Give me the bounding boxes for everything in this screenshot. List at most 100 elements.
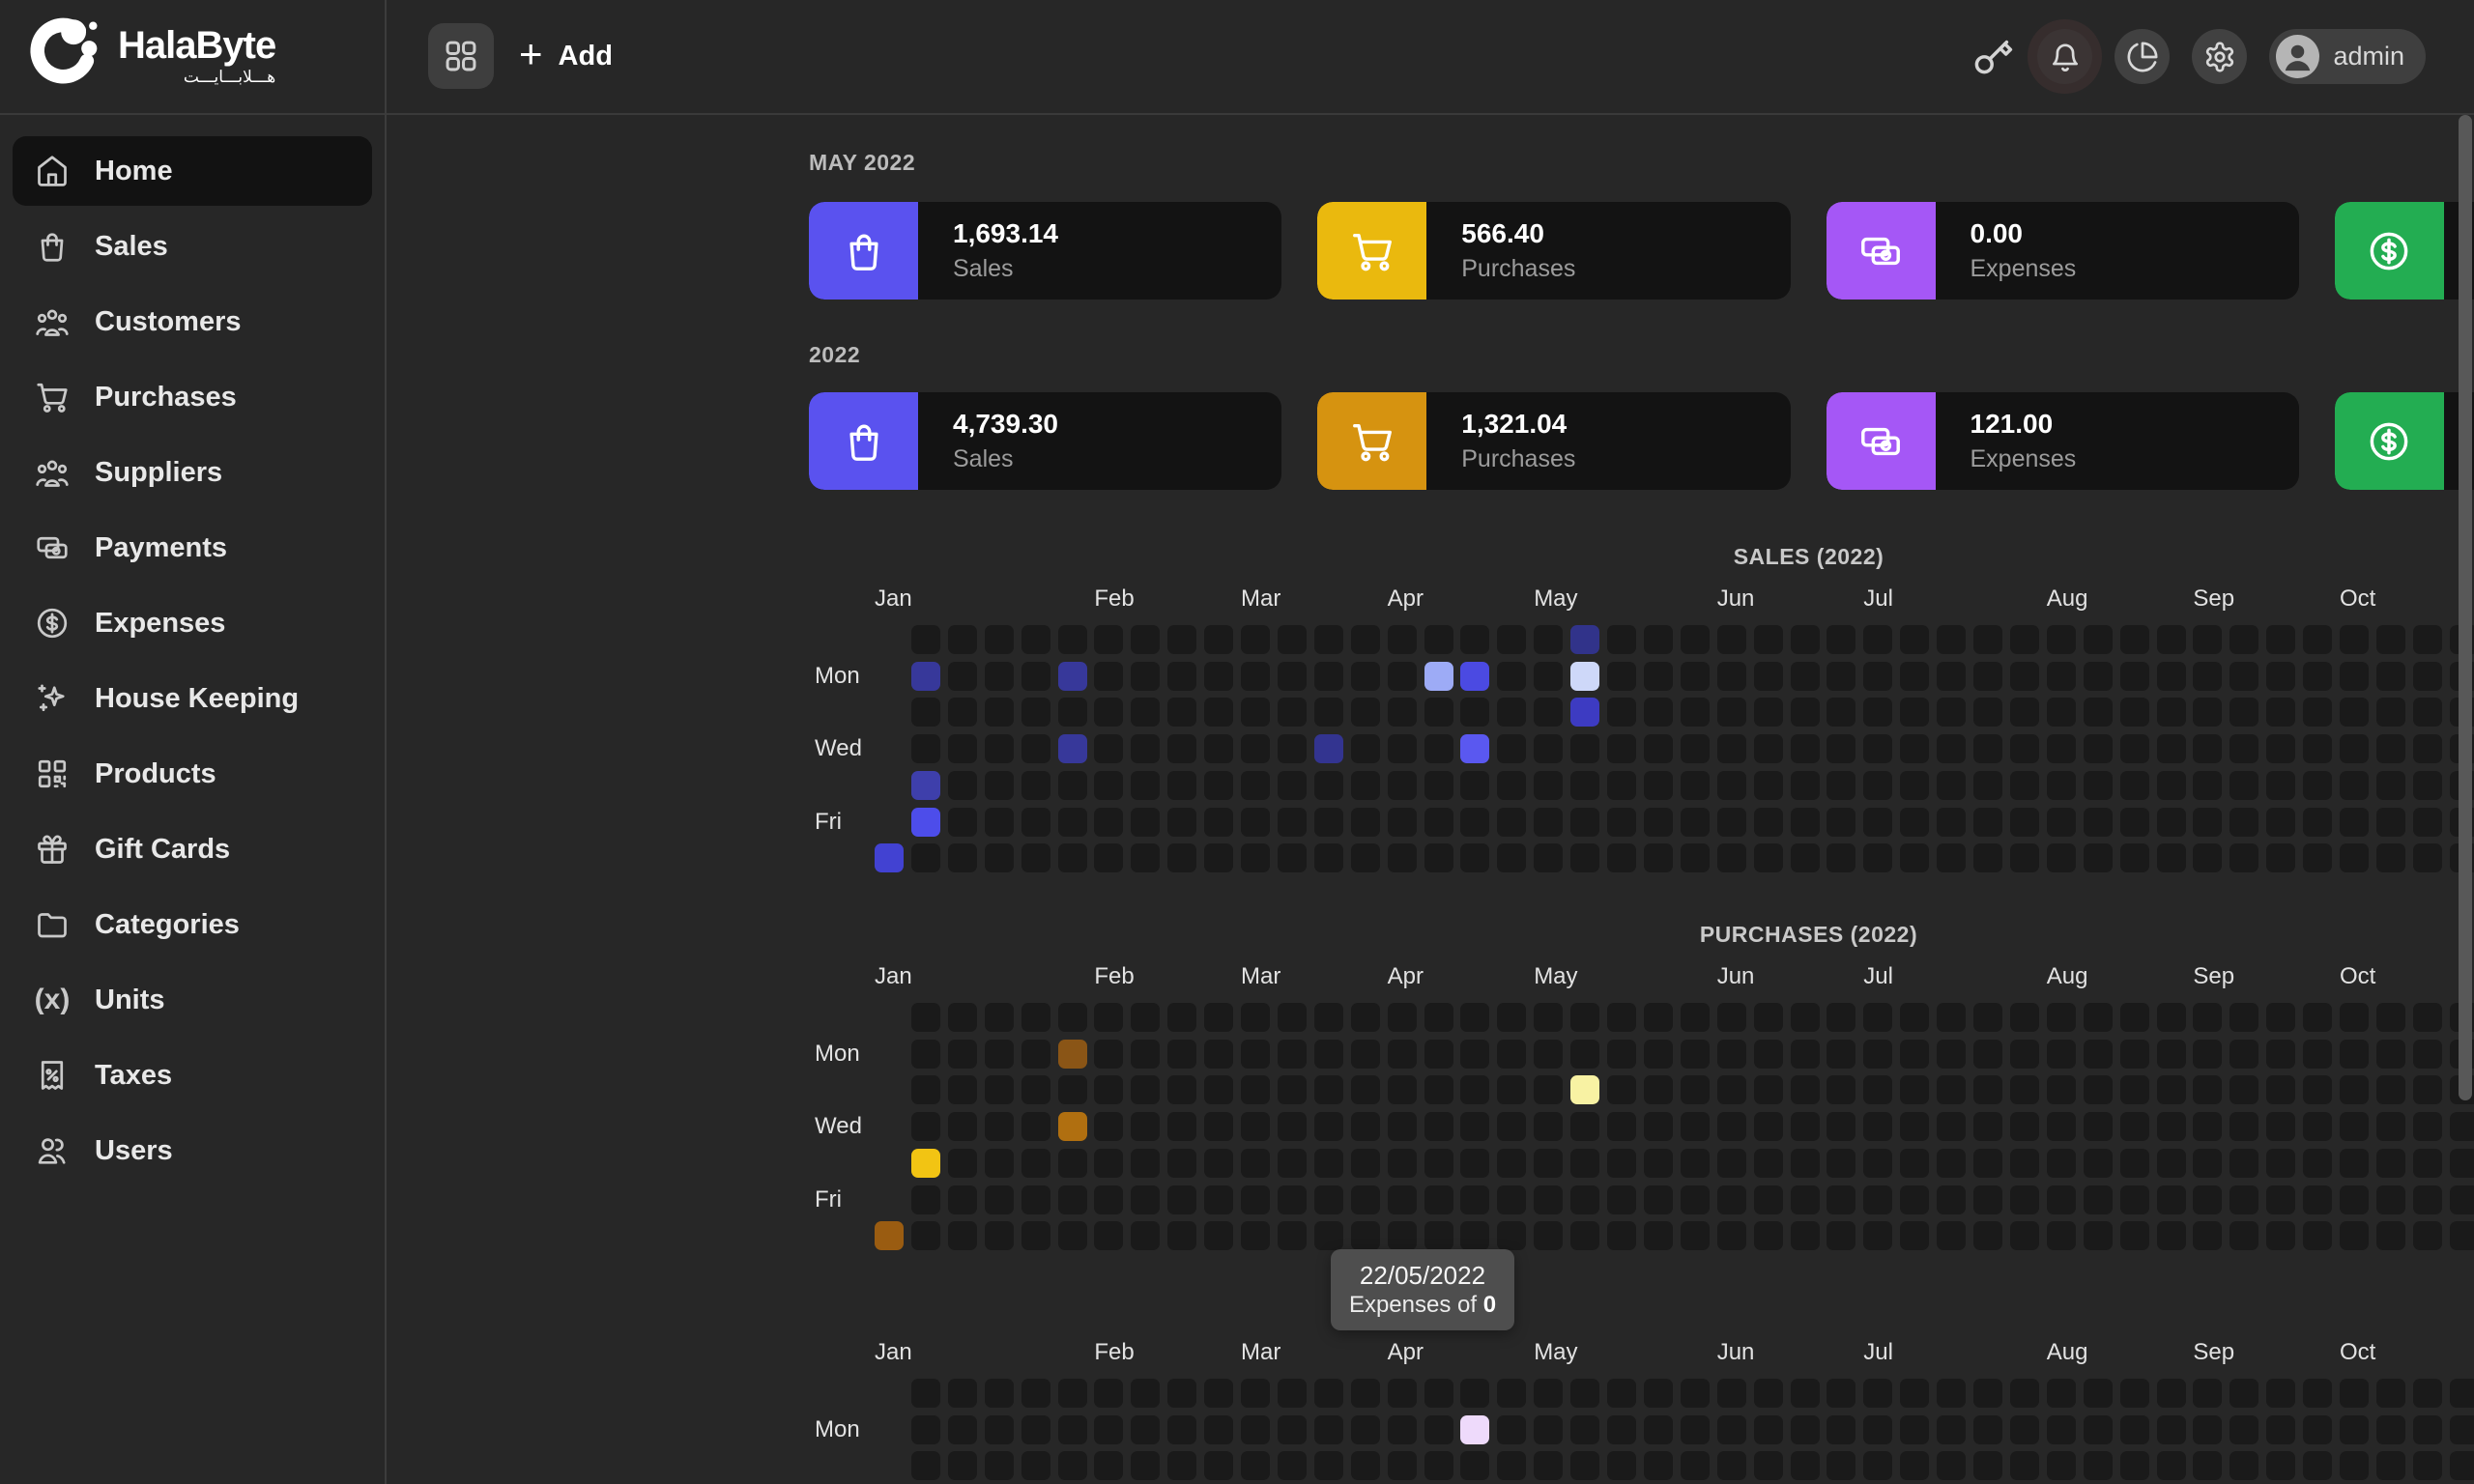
heatmap-cell[interactable] [1717,1003,1746,1032]
heatmap-cell[interactable] [1607,1003,1636,1032]
heatmap-cell[interactable] [1973,1185,2002,1214]
heatmap-cell[interactable] [1497,808,1526,837]
heatmap-cell[interactable] [1570,1003,1599,1032]
heatmap-cell[interactable] [2266,1451,2295,1480]
heatmap-cell[interactable] [1278,698,1307,727]
heatmap-cell[interactable] [1973,698,2002,727]
heatmap-cell[interactable] [1314,808,1343,837]
heatmap-cell[interactable] [1021,1379,1050,1408]
heatmap-cell[interactable] [2340,771,2369,800]
heatmap-cell[interactable] [2413,1003,2442,1032]
heatmap-cell[interactable] [1827,771,1856,800]
heatmap-cell[interactable] [1681,662,1710,691]
sidebar-item-customers[interactable]: Customers [13,287,372,357]
heatmap-cell[interactable] [1314,1415,1343,1444]
heatmap-cell[interactable] [1388,1221,1417,1250]
heatmap-cell[interactable] [2413,1040,2442,1069]
heatmap-cell[interactable] [2266,1185,2295,1214]
heatmap-cell[interactable] [1607,1221,1636,1250]
heatmap-cell[interactable] [1167,1379,1196,1408]
heatmap-cell[interactable] [1681,1379,1710,1408]
heatmap-cell[interactable] [2340,1379,2369,1408]
heatmap-cell[interactable] [1900,1451,1929,1480]
notifications-button[interactable] [2037,29,2092,84]
heatmap-cell[interactable] [1497,843,1526,872]
heatmap-cell[interactable] [1644,808,1673,837]
heatmap-cell[interactable] [2120,698,2149,727]
heatmap-cell[interactable] [985,662,1014,691]
heatmap-cell[interactable] [2120,771,2149,800]
heatmap-cell[interactable] [911,1221,940,1250]
heatmap-cell[interactable] [2340,1185,2369,1214]
heatmap-cell[interactable] [948,771,977,800]
heatmap-cell[interactable] [2376,1415,2405,1444]
heatmap-cell[interactable] [1351,662,1380,691]
heatmap-cell[interactable] [2084,1112,2113,1141]
heatmap-cell[interactable] [1058,734,1087,763]
heatmap-cell[interactable] [1937,771,1966,800]
heatmap-cell[interactable] [1754,662,1783,691]
heatmap-cell[interactable] [1534,1075,1563,1104]
heatmap-cell[interactable] [2193,1075,2222,1104]
heatmap-cell[interactable] [2084,625,2113,654]
heatmap-cell[interactable] [1973,734,2002,763]
heatmap-cell[interactable] [1167,843,1196,872]
heatmap-cell[interactable] [1497,1221,1526,1250]
heatmap-cell[interactable] [2047,625,2076,654]
heatmap-cell[interactable] [1388,808,1417,837]
heatmap-cell[interactable] [2413,1379,2442,1408]
heatmap-cell[interactable] [1900,808,1929,837]
heatmap-cell[interactable] [2340,698,2369,727]
heatmap-cell[interactable] [1681,1149,1710,1178]
heatmap-cell[interactable] [1973,662,2002,691]
heatmap-cell[interactable] [1973,771,2002,800]
heatmap-cell[interactable] [1754,1075,1783,1104]
heatmap-cell[interactable] [1424,771,1453,800]
sidebar-item-taxes[interactable]: Taxes [13,1041,372,1110]
heatmap-cell[interactable] [1644,1075,1673,1104]
heatmap-cell[interactable] [1388,1415,1417,1444]
heatmap-cell[interactable] [1863,1221,1892,1250]
heatmap-cell[interactable] [1973,1149,2002,1178]
sidebar-item-categories[interactable]: Categories [13,890,372,959]
heatmap-cell[interactable] [2303,1185,2332,1214]
heatmap-cell[interactable] [1424,1149,1453,1178]
heatmap-cell[interactable] [1681,1185,1710,1214]
heatmap-cell[interactable] [2084,808,2113,837]
heatmap-cell[interactable] [1167,1003,1196,1032]
heatmap-cell[interactable] [2047,1149,2076,1178]
heatmap-cell[interactable] [1094,1003,1123,1032]
heatmap-cell[interactable] [1681,1003,1710,1032]
heatmap-cell[interactable] [1973,843,2002,872]
heatmap-cell[interactable] [1754,625,1783,654]
heatmap-cell[interactable] [1094,1221,1123,1250]
heatmap-cell[interactable] [1644,1185,1673,1214]
heatmap-cell[interactable] [1937,1112,1966,1141]
heatmap-cell[interactable] [1791,625,1820,654]
heatmap-cell[interactable] [1278,1415,1307,1444]
heatmap-cell[interactable] [1937,1149,1966,1178]
heatmap-cell[interactable] [2047,1112,2076,1141]
heatmap-cell[interactable] [1827,1379,1856,1408]
heatmap-cell[interactable] [1131,843,1160,872]
heatmap-cell[interactable] [1388,1003,1417,1032]
heatmap-cell[interactable] [1167,1075,1196,1104]
heatmap-cell[interactable] [2120,808,2149,837]
apps-grid-button[interactable] [428,23,494,89]
heatmap-cell[interactable] [2413,625,2442,654]
heatmap-cell[interactable] [2266,625,2295,654]
heatmap-cell[interactable] [1863,625,1892,654]
heatmap-cell[interactable] [1754,734,1783,763]
heatmap-cell[interactable] [1241,1221,1270,1250]
heatmap-cell[interactable] [2303,625,2332,654]
heatmap-cell[interactable] [1278,1185,1307,1214]
heatmap-cell[interactable] [1863,1075,1892,1104]
heatmap-cell[interactable] [2157,734,2186,763]
heatmap-cell[interactable] [1021,1149,1050,1178]
heatmap-cell[interactable] [1460,1003,1489,1032]
heatmap-cell[interactable] [1717,734,1746,763]
heatmap-cell[interactable] [2047,808,2076,837]
heatmap-cell[interactable] [1424,625,1453,654]
heatmap-cell[interactable] [1021,1003,1050,1032]
heatmap-cell[interactable] [1534,808,1563,837]
